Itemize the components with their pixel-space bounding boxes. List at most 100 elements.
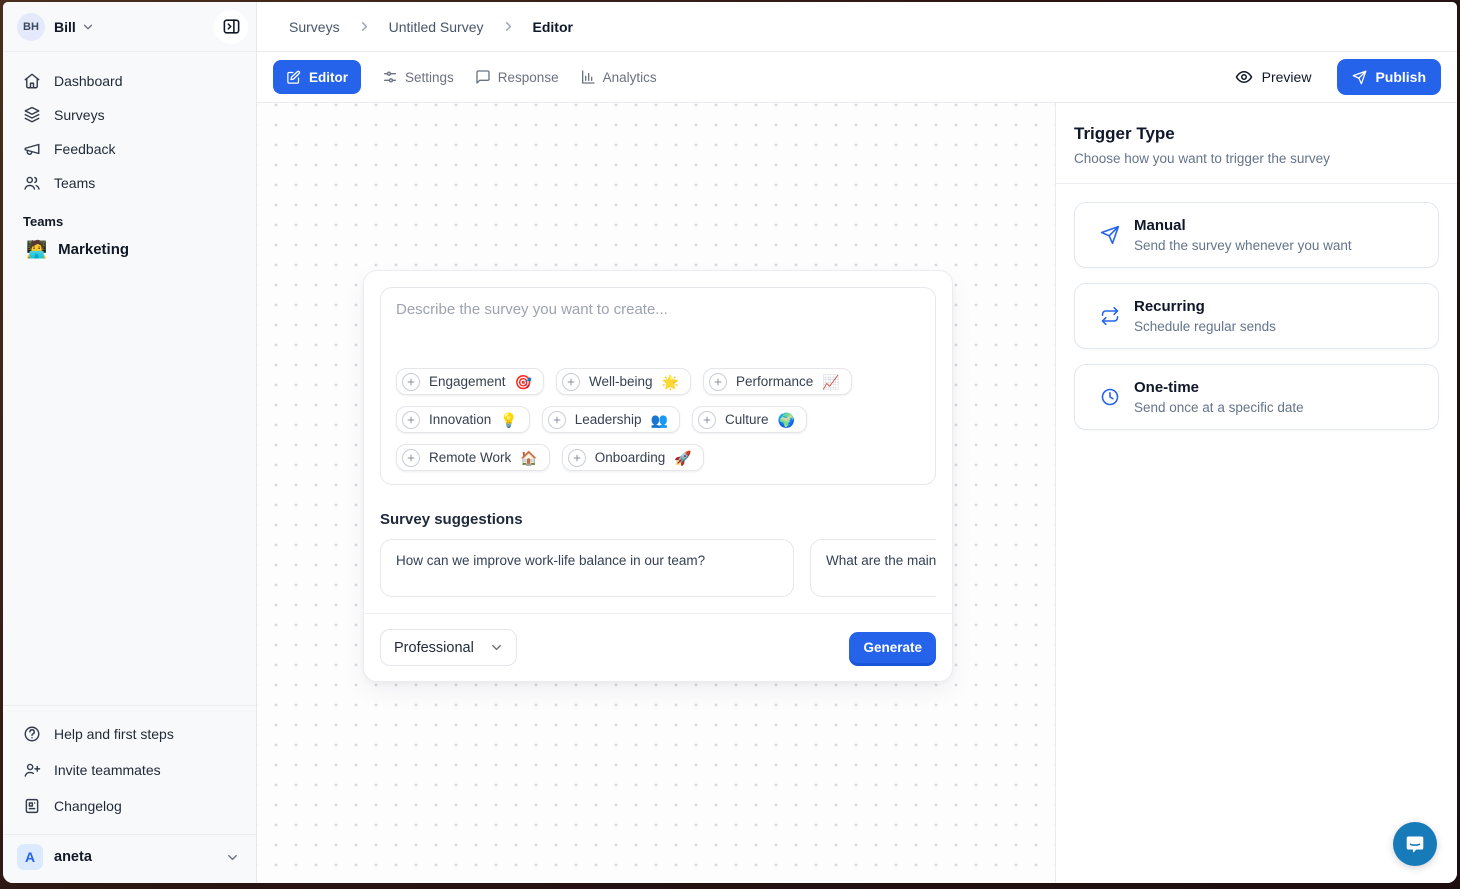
topic-chip-culture[interactable]: Culture 🌍	[692, 406, 807, 433]
survey-description-input[interactable]: Describe the survey you want to create..…	[380, 287, 936, 485]
chat-launcher-button[interactable]	[1393, 822, 1437, 866]
topic-chip-onboarding[interactable]: Onboarding 🚀	[562, 444, 704, 471]
message-square-icon	[475, 69, 491, 85]
topic-chip-engagement[interactable]: Engagement 🎯	[396, 368, 544, 395]
sidebar-nav: Dashboard Surveys Feedback Teams	[3, 52, 256, 200]
user-plus-icon	[23, 761, 41, 779]
main-area: Surveys Untitled Survey Editor Editor	[257, 2, 1457, 883]
tone-value: Professional	[394, 640, 474, 656]
plus-icon	[402, 449, 420, 467]
sidebar-item-label: Changelog	[54, 798, 122, 814]
trigger-option-title: One-time	[1134, 379, 1304, 396]
light-bulb-emoji-icon: 💡	[500, 413, 517, 427]
topic-chip-innovation[interactable]: Innovation 💡	[396, 406, 530, 433]
send-icon	[1100, 225, 1120, 245]
chevron-down-icon	[225, 850, 240, 865]
tab-label: Response	[498, 70, 559, 85]
tab-settings[interactable]: Settings	[382, 69, 454, 85]
suggestion-text: How can we improve work-life balance in …	[396, 553, 778, 568]
trigger-option-manual[interactable]: Manual Send the survey whenever you want	[1074, 202, 1439, 268]
survey-composer-card: Describe the survey you want to create..…	[363, 270, 953, 682]
panel-subtitle: Choose how you want to trigger the surve…	[1074, 151, 1439, 166]
user-avatar: A	[17, 844, 43, 870]
sidebar-collapse-button[interactable]	[214, 10, 248, 44]
tab-label: Analytics	[603, 70, 657, 85]
sidebar-item-dashboard[interactable]: Dashboard	[3, 64, 256, 98]
topic-chip-remote-work[interactable]: Remote Work 🏠	[396, 444, 550, 471]
sidebar: BH Bill Dashboard Surv	[3, 2, 257, 883]
edit-icon	[286, 70, 301, 85]
plus-icon	[402, 373, 420, 391]
sidebar-team-marketing[interactable]: 🧑‍💻 Marketing	[3, 235, 256, 264]
panel-collapse-icon	[222, 17, 241, 36]
chip-label: Performance	[736, 374, 813, 389]
trigger-option-description: Send once at a specific date	[1134, 400, 1304, 415]
breadcrumb-surveys[interactable]: Surveys	[289, 19, 340, 35]
editor-canvas[interactable]: Describe the survey you want to create..…	[257, 103, 1055, 883]
panel-title: Trigger Type	[1074, 124, 1439, 144]
trigger-option-description: Schedule regular sends	[1134, 319, 1276, 334]
chip-label: Engagement	[429, 374, 506, 389]
trigger-option-recurring[interactable]: Recurring Schedule regular sends	[1074, 283, 1439, 349]
topic-chip-performance[interactable]: Performance 📈	[703, 368, 852, 395]
sidebar-item-feedback[interactable]: Feedback	[3, 132, 256, 166]
sidebar-item-teams[interactable]: Teams	[3, 166, 256, 200]
newspaper-icon	[23, 797, 41, 815]
team-label: Marketing	[58, 241, 129, 258]
suggestion-card[interactable]: What are the main obstacles you face in …	[810, 539, 936, 597]
workspace-switcher[interactable]: BH Bill	[3, 2, 256, 52]
trigger-option-title: Recurring	[1134, 298, 1276, 315]
chevron-down-icon	[81, 20, 95, 34]
content-area: Describe the survey you want to create..…	[257, 103, 1457, 883]
sidebar-item-invite[interactable]: Invite teammates	[3, 752, 256, 788]
input-placeholder: Describe the survey you want to create..…	[396, 301, 920, 318]
trigger-option-title: Manual	[1134, 217, 1352, 234]
chip-label: Culture	[725, 412, 769, 427]
user-menu[interactable]: A aneta	[3, 834, 256, 883]
topic-chip-leadership[interactable]: Leadership 👥	[542, 406, 680, 433]
preview-button[interactable]: Preview	[1235, 68, 1312, 86]
trigger-option-description: Send the survey whenever you want	[1134, 238, 1352, 253]
clock-icon	[1100, 387, 1120, 407]
chat-bubble-icon	[1403, 832, 1427, 856]
sidebar-item-label: Invite teammates	[54, 762, 161, 778]
bar-chart-icon	[580, 69, 596, 85]
plus-icon	[709, 373, 727, 391]
trigger-option-one-time[interactable]: One-time Send once at a specific date	[1074, 364, 1439, 430]
sidebar-item-changelog[interactable]: Changelog	[3, 788, 256, 824]
tab-editor[interactable]: Editor	[273, 60, 361, 94]
tab-label: Settings	[405, 70, 454, 85]
tone-select[interactable]: Professional	[380, 629, 517, 666]
breadcrumb: Surveys Untitled Survey Editor	[257, 2, 1457, 52]
glowing-star-emoji-icon: 🌟	[662, 375, 679, 389]
users-icon	[23, 174, 41, 192]
chip-label: Innovation	[429, 412, 491, 427]
sliders-icon	[382, 69, 398, 85]
trigger-panel-header: Trigger Type Choose how you want to trig…	[1056, 103, 1457, 184]
chip-label: Leadership	[575, 412, 642, 427]
plus-icon	[402, 411, 420, 429]
user-name: aneta	[54, 849, 92, 865]
tab-bar-actions: Preview Publish	[1235, 59, 1441, 95]
sidebar-item-label: Surveys	[54, 107, 105, 123]
tab-analytics[interactable]: Analytics	[580, 69, 657, 85]
topic-chips: Engagement 🎯 Well-being 🌟 Performance	[396, 368, 920, 471]
sidebar-item-help[interactable]: Help and first steps	[3, 716, 256, 752]
sidebar-item-label: Help and first steps	[54, 726, 174, 742]
breadcrumb-untitled-survey[interactable]: Untitled Survey	[389, 19, 484, 35]
generate-button[interactable]: Generate	[849, 632, 936, 663]
tab-response[interactable]: Response	[475, 69, 559, 85]
app-window: BH Bill Dashboard Surv	[3, 2, 1457, 883]
sidebar-item-label: Feedback	[54, 141, 115, 157]
sidebar-item-label: Dashboard	[54, 73, 123, 89]
publish-button[interactable]: Publish	[1337, 59, 1441, 95]
topic-chip-well-being[interactable]: Well-being 🌟	[556, 368, 691, 395]
chevron-down-icon	[489, 640, 504, 655]
home-icon	[23, 72, 41, 90]
repeat-icon	[1100, 306, 1120, 326]
plus-icon	[568, 449, 586, 467]
sidebar-item-surveys[interactable]: Surveys	[3, 98, 256, 132]
chevron-right-icon	[357, 19, 372, 34]
suggestion-card[interactable]: How can we improve work-life balance in …	[380, 539, 794, 597]
tab-bar: Editor Settings Response Analytics	[257, 52, 1457, 103]
